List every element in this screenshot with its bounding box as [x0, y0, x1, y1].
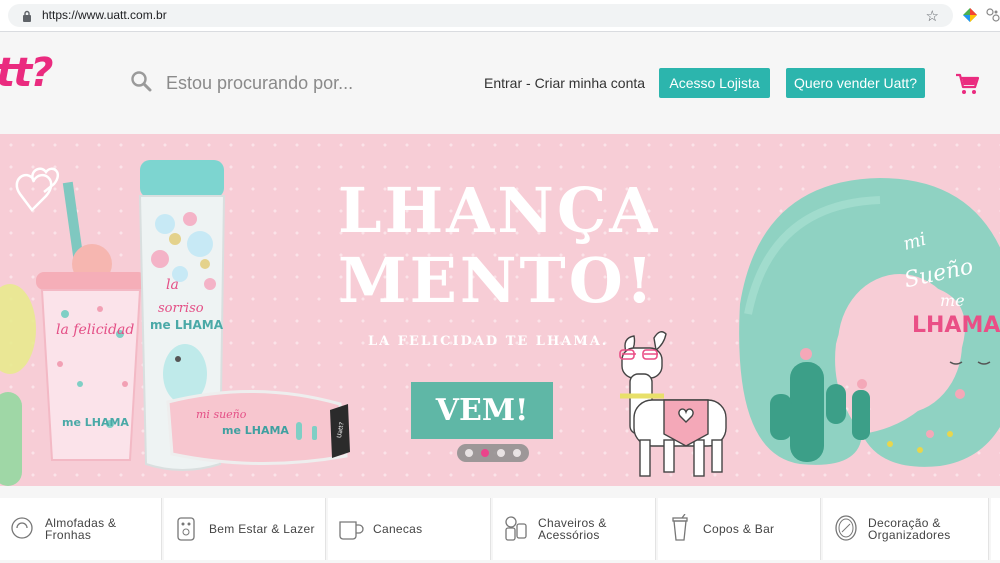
- search-input[interactable]: [164, 68, 448, 98]
- svg-text:me LHAMA: me LHAMA: [150, 318, 224, 332]
- url-text[interactable]: https://www.uatt.com.br: [42, 8, 167, 22]
- category-decoracao[interactable]: Decoração & Organizadores: [823, 498, 989, 560]
- want-to-sell-button[interactable]: Quero vender Uatt?: [786, 68, 925, 98]
- category-label: Almofadas & Fronhas: [45, 516, 117, 542]
- svg-text:me LHAMA: me LHAMA: [62, 416, 129, 429]
- pillow-icon: [11, 517, 33, 539]
- svg-text:la: la: [166, 277, 179, 293]
- neck-pillow-product: mi Sueño me LHAMA: [739, 178, 1000, 467]
- category-chaveiros[interactable]: Chaveiros & Acessórios: [493, 498, 656, 560]
- search-icon[interactable]: [130, 70, 152, 92]
- extension-puzzle-icon[interactable]: [986, 8, 1000, 22]
- carousel-dot-2[interactable]: [481, 449, 489, 457]
- svg-text:LHAMA: LHAMA: [912, 313, 1000, 338]
- mug-icon: [339, 521, 364, 540]
- llama-illustration: [619, 331, 727, 477]
- banner-cta-button[interactable]: VEM!: [411, 382, 553, 439]
- tumbler-cup-product: la felicidad me LHAMA: [36, 181, 146, 461]
- category-bar: Almofadas & Fronhas Bem Estar & Lazer Can…: [0, 486, 1000, 563]
- keychain-icon: [505, 516, 527, 541]
- extension-icon[interactable]: [963, 8, 977, 22]
- shopping-cart-icon[interactable]: [955, 73, 979, 95]
- svg-text:me: me: [940, 291, 965, 310]
- browser-toolbar: https://www.uatt.com.br ☆: [0, 0, 1000, 32]
- address-bar[interactable]: https://www.uatt.com.br ☆: [8, 4, 953, 27]
- decor-icon: [835, 515, 857, 541]
- category-label: Copos & Bar: [703, 522, 775, 536]
- bookmark-star-icon[interactable]: ☆: [926, 7, 939, 25]
- svg-text:me LHAMA: me LHAMA: [222, 424, 289, 437]
- headline-line-2: MENTO!: [338, 244, 656, 317]
- carousel-dot-3[interactable]: [497, 449, 505, 457]
- banner-tagline: LA FELICIDAD TE LHAMA.: [368, 334, 609, 349]
- headline-line-1: LHANÇA: [338, 174, 661, 247]
- carousel-dot-4[interactable]: [513, 449, 521, 457]
- svg-text:la felicidad: la felicidad: [56, 322, 134, 338]
- carousel-dot-1[interactable]: [465, 449, 473, 457]
- category-copos[interactable]: Copos & Bar: [658, 498, 821, 560]
- lock-icon: [23, 10, 31, 22]
- category-next-partial[interactable]: [991, 498, 1000, 560]
- category-almofadas[interactable]: Almofadas & Fronhas: [0, 498, 162, 560]
- category-canecas[interactable]: Canecas: [328, 498, 491, 560]
- carousel-indicator: [457, 444, 529, 462]
- wellness-icon: [177, 517, 195, 541]
- sleep-mask-product: Uatt? mi sueño me LHAMA: [166, 390, 350, 465]
- svg-text:mi sueño: mi sueño: [196, 408, 247, 421]
- category-label: Decoração & Organizadores: [868, 516, 951, 542]
- category-bem-estar[interactable]: Bem Estar & Lazer: [164, 498, 326, 560]
- category-label: Bem Estar & Lazer: [209, 522, 315, 536]
- category-label: Canecas: [373, 522, 423, 536]
- login-signup-link[interactable]: Entrar - Criar minha conta: [484, 75, 645, 91]
- uatt-logo[interactable]: tt?: [0, 50, 53, 96]
- category-label: Chaveiros & Acessórios: [538, 516, 607, 542]
- banner-headline: LHANÇA MENTO!: [338, 174, 661, 317]
- svg-text:sorriso: sorriso: [158, 301, 204, 316]
- cup-icon: [672, 514, 688, 541]
- site-header: tt? Entrar - Criar minha conta Acesso Lo…: [0, 32, 1000, 134]
- hero-banner[interactable]: la felicidad me LHAMA la sorriso me LHAM…: [0, 134, 1000, 486]
- retailer-access-button[interactable]: Acesso Lojista: [659, 68, 770, 98]
- hearts-doodle-icon: [15, 167, 60, 212]
